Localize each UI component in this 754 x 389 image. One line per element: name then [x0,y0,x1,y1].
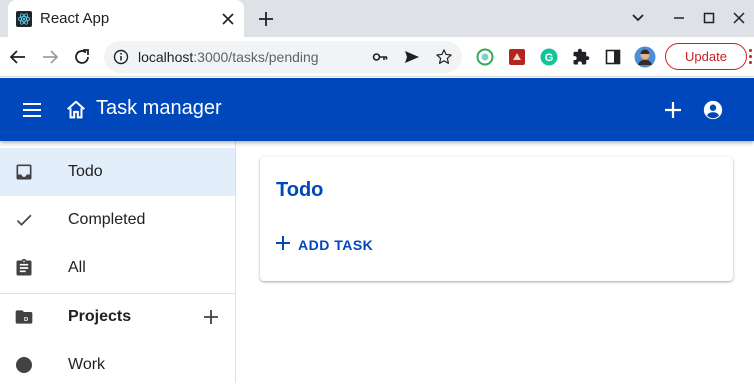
projects-label: Projects [68,308,132,325]
nav-label: Work [68,356,106,373]
home-icon[interactable] [64,98,88,122]
app-bar: Task manager [0,78,754,141]
svg-text:D: D [24,317,28,323]
site-info-icon[interactable] [113,49,129,65]
browser-menu-icon[interactable] [746,43,754,70]
add-project-icon[interactable] [199,305,223,329]
update-button[interactable]: Update [665,43,747,70]
close-tab-icon[interactable] [218,9,238,29]
app-title: Task manager [96,97,222,119]
extension-red-icon[interactable] [506,46,528,68]
back-icon[interactable] [6,45,30,69]
browser-tab[interactable]: React App [8,0,244,37]
url-path: :3000/tasks/pending [193,49,319,65]
svg-text:G: G [545,52,554,64]
send-icon[interactable] [402,47,422,67]
add-task-button[interactable]: ADD TASK [276,233,373,257]
nav-item-project-work[interactable]: Work [0,341,235,389]
maximize-icon[interactable] [697,6,721,30]
nav-item-todo[interactable]: Todo [0,148,235,196]
key-icon[interactable] [370,47,390,67]
close-window-icon[interactable] [727,6,751,30]
nav-label: Todo [68,163,103,180]
nav-item-all[interactable]: All [0,244,235,292]
reload-icon[interactable] [70,45,94,69]
browser-tab-strip: React App [0,0,754,37]
nav-label: All [68,259,86,276]
task-list-card: Todo ADD TASK [260,157,733,281]
address-bar[interactable]: localhost:3000/tasks/pending [104,41,462,73]
navigation-drawer: Todo Completed All D Projects Work [0,141,236,383]
extension-ring-icon[interactable] [474,46,496,68]
menu-icon[interactable] [20,98,44,122]
plus-icon [276,235,290,255]
card-title: Todo [276,179,324,201]
url-host: localhost [138,49,194,65]
address-url: localhost:3000/tasks/pending [138,49,319,65]
add-icon[interactable] [661,98,685,122]
check-icon [12,208,36,232]
grammarly-icon[interactable]: G [538,46,560,68]
side-panel-icon[interactable] [602,46,624,68]
react-logo-icon [16,10,32,27]
nav-label: Completed [68,211,146,228]
folder-icon: D [12,305,36,329]
projects-header: D Projects [0,293,235,341]
add-task-label: ADD TASK [298,237,374,253]
clipboard-icon [12,256,36,280]
tab-search-chevron-icon[interactable] [626,6,650,30]
inbox-icon [12,160,36,184]
minimize-icon[interactable] [667,6,691,30]
extensions-puzzle-icon[interactable] [570,46,592,68]
circle-icon [12,353,36,377]
bookmark-star-icon[interactable] [434,47,454,67]
tab-title: React App [40,10,110,27]
forward-icon[interactable] [38,45,62,69]
profile-avatar-icon[interactable] [634,46,656,68]
main-content: Todo ADD TASK [236,141,754,383]
account-circle-icon[interactable] [701,98,725,122]
nav-item-completed[interactable]: Completed [0,196,235,244]
new-tab-icon[interactable] [255,8,277,30]
browser-toolbar: localhost:3000/tasks/pending G [0,37,754,77]
